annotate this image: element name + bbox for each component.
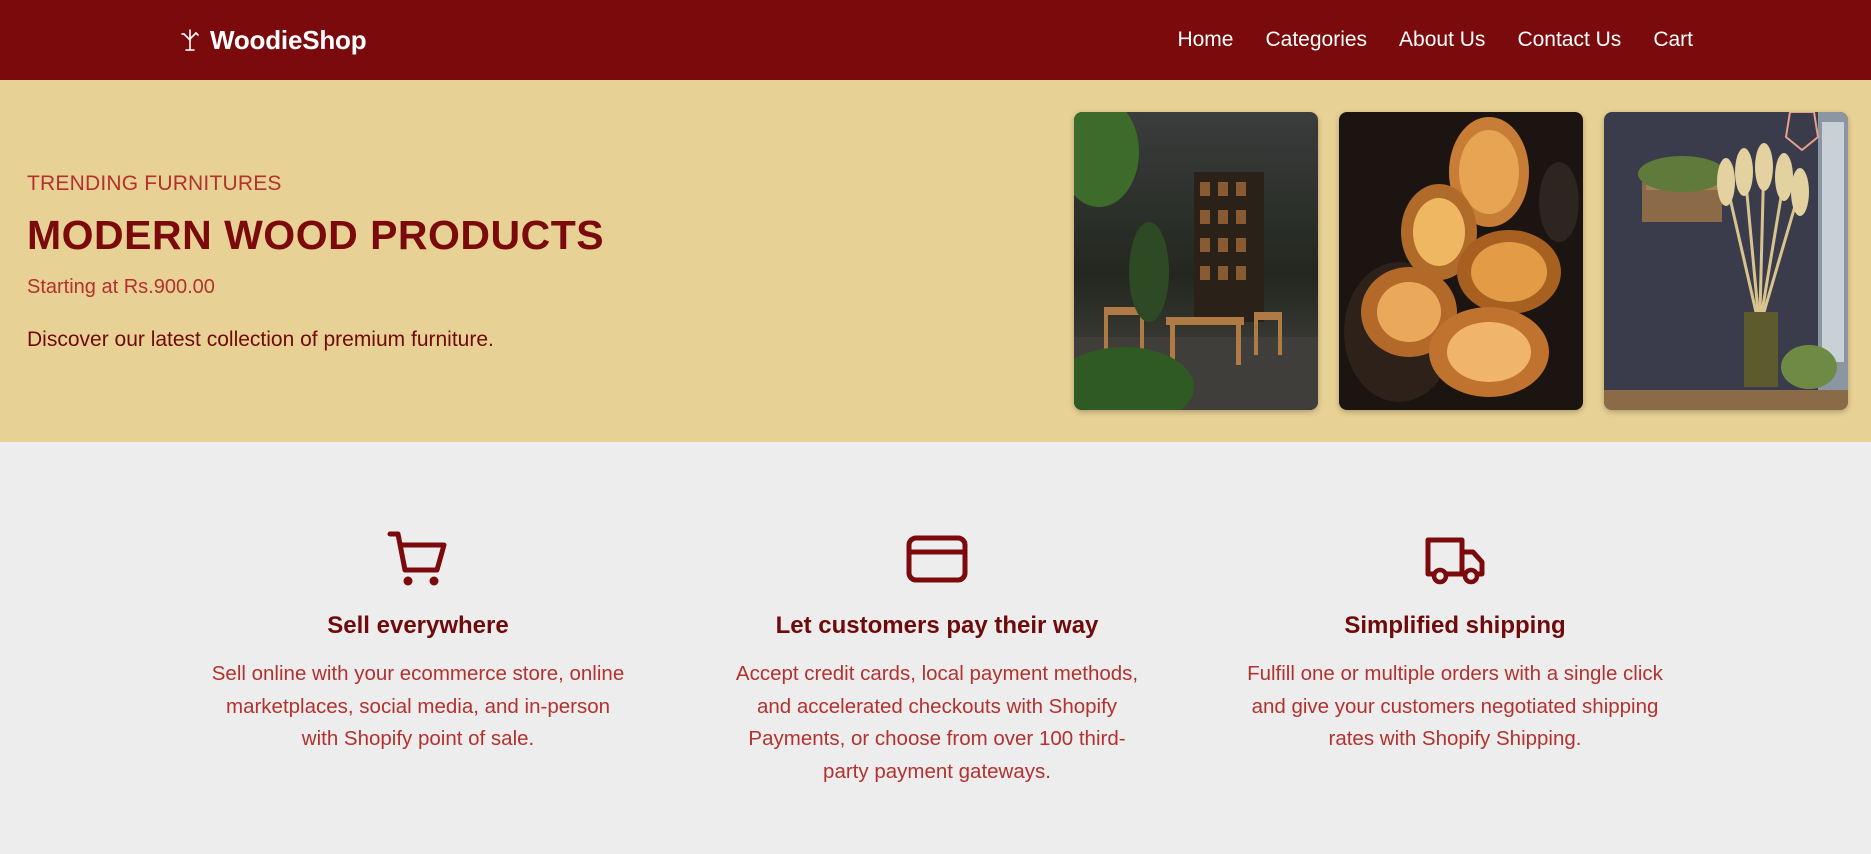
cart-icon: [387, 531, 447, 586]
hero-description: Discover our latest collection of premiu…: [27, 328, 494, 351]
wicker-lamps-photo: [1339, 112, 1583, 410]
main-nav: Home Categories About Us Contact Us Cart: [1177, 0, 1693, 80]
feature-title: Sell everywhere: [327, 612, 509, 639]
dried-flowers-photo: [1604, 112, 1848, 410]
hero-eyebrow: TRENDING FURNITURES: [27, 172, 282, 195]
feature-description: Fulfill one or multiple orders with a si…: [1247, 662, 1663, 750]
brand-name: WoodieShop: [210, 24, 367, 55]
nav-link-contact-us[interactable]: Contact Us: [1517, 28, 1621, 52]
feature-payments: Let customers pay their way Accept credi…: [727, 530, 1147, 788]
feature-description: Accept credit cards, local payment metho…: [735, 662, 1139, 783]
hero-image-wicker-lamps[interactable]: [1339, 112, 1583, 410]
truck-icon: [1425, 537, 1485, 585]
feature-title: Let customers pay their way: [775, 612, 1099, 639]
tree-icon: [181, 29, 199, 51]
hero-title: MODERN WOOD PRODUCTS: [27, 212, 605, 258]
brand-logo[interactable]: WoodieShop: [180, 0, 367, 80]
nav-link-categories[interactable]: Categories: [1265, 28, 1367, 52]
dining-room-photo: [1074, 112, 1318, 410]
hero-image-dining-room[interactable]: [1074, 112, 1318, 410]
nav-link-about-us[interactable]: About Us: [1399, 28, 1485, 52]
hero-banner: TRENDING FURNITURES MODERN WOOD PRODUCTS…: [0, 80, 1871, 442]
nav-link-cart[interactable]: Cart: [1653, 28, 1693, 52]
credit-card-icon: [906, 535, 968, 583]
nav-link-home[interactable]: Home: [1177, 28, 1233, 52]
top-navbar: WoodieShop Home Categories About Us Cont…: [0, 0, 1871, 80]
feature-description: Sell online with your ecommerce store, o…: [211, 662, 625, 750]
hero-image-dried-flowers[interactable]: [1604, 112, 1848, 410]
hero-price: Starting at Rs.900.00: [27, 276, 215, 298]
feature-title: Simplified shipping: [1344, 612, 1566, 639]
feature-sell-everywhere: Sell everywhere Sell online with your ec…: [208, 530, 628, 756]
feature-shipping: Simplified shipping Fulfill one or multi…: [1245, 530, 1665, 756]
